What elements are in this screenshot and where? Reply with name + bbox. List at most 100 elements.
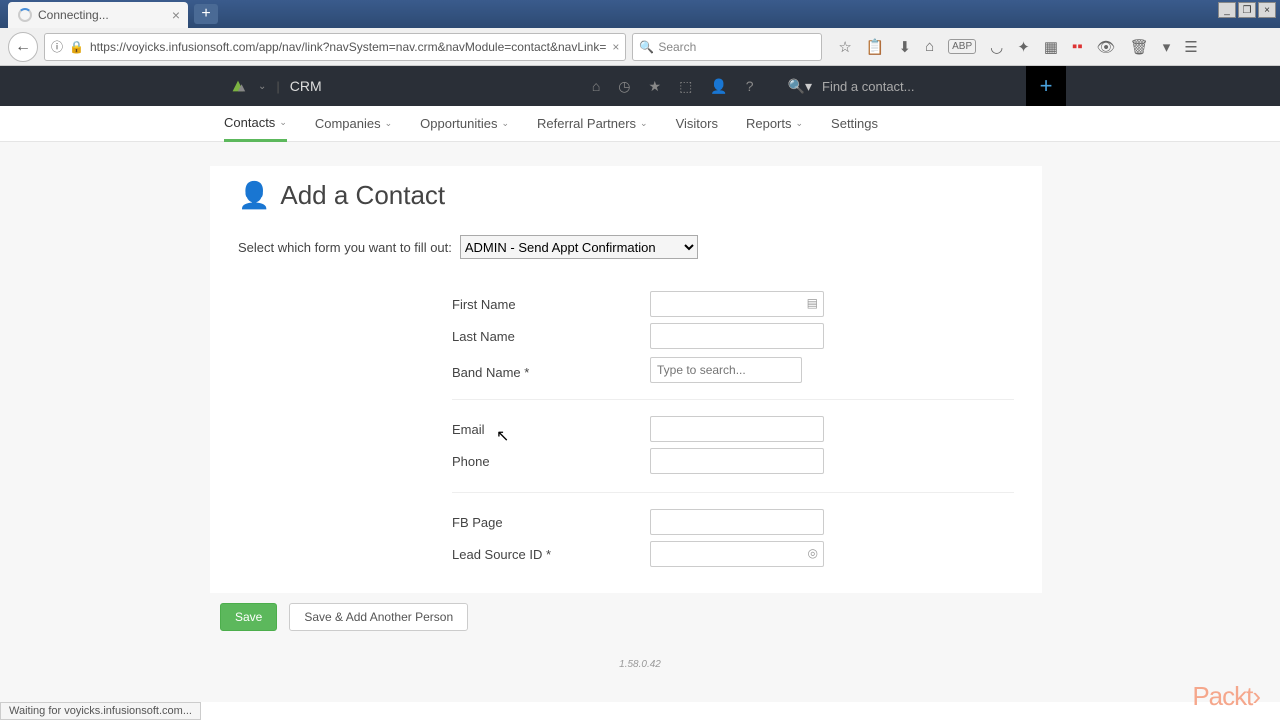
trash-icon[interactable]: 🗑 xyxy=(1130,38,1149,56)
email-input[interactable] xyxy=(650,416,824,442)
button-bar: Save Save & Add Another Person xyxy=(210,593,1042,641)
help-icon[interactable]: ? xyxy=(746,78,754,94)
pocket-icon[interactable]: ◡ xyxy=(990,38,1003,56)
subnav-companies[interactable]: Companies⌄ xyxy=(315,106,392,142)
status-bar: Waiting for voyicks.infusionsoft.com... xyxy=(0,702,201,720)
divider xyxy=(452,492,1014,493)
field-icon: ▤ xyxy=(807,296,818,310)
back-button[interactable]: ← xyxy=(8,32,38,62)
fb-page-input[interactable] xyxy=(650,509,824,535)
browser-titlebar: Connecting... × + _ ❐ × xyxy=(0,0,1280,28)
first-name-row: First Name ▤ xyxy=(452,289,1014,319)
chevron-down-icon: ⌄ xyxy=(796,118,804,129)
last-name-input[interactable] xyxy=(650,323,824,349)
bookmark-icon[interactable]: ☆ xyxy=(838,38,851,56)
version-text: 1.58.0.42 xyxy=(0,659,1280,670)
apps-icon[interactable]: ⬚ xyxy=(679,78,692,95)
person-icon: 👤 xyxy=(238,180,270,211)
band-name-row: Band Name * xyxy=(452,353,1014,383)
band-name-input[interactable] xyxy=(650,357,802,383)
download-icon[interactable]: ⬇ xyxy=(899,38,912,56)
last-name-label: Last Name xyxy=(452,329,650,344)
browser-toolbar: ← ⓘ 🔒 https://voyicks.infusionsoft.com/a… xyxy=(0,28,1280,66)
last-name-row: Last Name xyxy=(452,321,1014,351)
loading-spinner-icon xyxy=(18,8,32,22)
form-select-dropdown[interactable]: ADMIN - Send Appt Confirmation xyxy=(460,235,698,259)
chevron-down-icon: ⌄ xyxy=(279,117,287,128)
first-name-input[interactable] xyxy=(650,291,824,317)
chevron-down-icon[interactable]: ▾ xyxy=(1163,38,1171,56)
email-row: Email xyxy=(452,414,1014,444)
phone-row: Phone xyxy=(452,446,1014,476)
clock-icon[interactable]: ◷ xyxy=(618,78,630,95)
tab-close-icon[interactable]: × xyxy=(172,7,180,23)
lead-source-input[interactable] xyxy=(650,541,824,567)
browser-search-bar[interactable]: 🔍 Search xyxy=(632,33,822,61)
lead-source-row: Lead Source ID * ◎ xyxy=(452,539,1014,569)
clipboard-icon[interactable]: 📋 xyxy=(866,38,885,56)
clear-url-icon[interactable]: × xyxy=(612,40,619,54)
close-window-button[interactable]: × xyxy=(1258,2,1276,18)
divider xyxy=(452,399,1014,400)
save-button[interactable]: Save xyxy=(220,603,277,631)
url-text: https://voyicks.infusionsoft.com/app/nav… xyxy=(90,40,606,54)
app-name[interactable]: CRM xyxy=(290,78,322,94)
menu-icon[interactable]: ☰ xyxy=(1184,38,1197,56)
home-icon[interactable]: ⌂ xyxy=(925,38,934,55)
header-search: 🔍▾ xyxy=(774,66,1016,106)
phone-label: Phone xyxy=(452,454,650,469)
subnav-opportunities[interactable]: Opportunities⌄ xyxy=(420,106,509,142)
chevron-down-icon: ⌄ xyxy=(502,118,510,129)
app-header: ⌄ | CRM ⌂ ◷ ★ ⬚ 👤 ? 🔍▾ + xyxy=(0,66,1280,106)
home-nav-icon[interactable]: ⌂ xyxy=(592,78,600,94)
window-controls: _ ❐ × xyxy=(1218,2,1276,18)
url-bar[interactable]: ⓘ 🔒 https://voyicks.infusionsoft.com/app… xyxy=(44,33,626,61)
save-add-another-button[interactable]: Save & Add Another Person xyxy=(289,603,468,631)
form-panel: 👤 Add a Contact Select which form you wa… xyxy=(210,166,1042,641)
sparkle-icon[interactable]: ✦ xyxy=(1017,38,1030,56)
page-title: Add a Contact xyxy=(280,180,445,211)
chevron-down-icon: ⌄ xyxy=(640,118,648,129)
app-logo[interactable] xyxy=(220,68,256,104)
form-select-row: Select which form you want to fill out: … xyxy=(238,235,1014,259)
abp-icon[interactable]: ABP xyxy=(948,39,976,54)
subnav-visitors[interactable]: Visitors xyxy=(676,106,718,142)
watermark: Packt› xyxy=(1192,681,1260,712)
minimize-button[interactable]: _ xyxy=(1218,2,1236,18)
subnav-contacts[interactable]: Contacts⌄ xyxy=(224,106,287,142)
add-button[interactable]: + xyxy=(1026,66,1066,106)
restore-button[interactable]: ❐ xyxy=(1238,2,1256,18)
phone-input[interactable] xyxy=(650,448,824,474)
contact-search-input[interactable] xyxy=(822,79,1002,94)
fb-page-label: FB Page xyxy=(452,515,650,530)
color-icon[interactable]: ▪▪ xyxy=(1072,38,1083,55)
subnav-referral-partners[interactable]: Referral Partners⌄ xyxy=(537,106,648,142)
subnav-reports[interactable]: Reports⌄ xyxy=(746,106,803,142)
lead-source-label: Lead Source ID * xyxy=(452,547,650,562)
grid-icon[interactable]: ▦ xyxy=(1044,38,1058,56)
form-fields: First Name ▤ Last Name Band Name * Email… xyxy=(452,289,1014,569)
subnav: Contacts⌄ Companies⌄ Opportunities⌄ Refe… xyxy=(0,106,1280,142)
target-icon: ◎ xyxy=(808,546,818,560)
lock-icon: 🔒 xyxy=(69,40,84,54)
browser-tab[interactable]: Connecting... × xyxy=(8,2,188,28)
toolbar-icons: ☆ 📋 ⬇ ⌂ ABP ◡ ✦ ▦ ▪▪ 👁 🗑 ▾ ☰ xyxy=(838,38,1197,56)
divider: | xyxy=(276,79,279,94)
search-icon[interactable]: 🔍▾ xyxy=(788,78,812,95)
form-select-label: Select which form you want to fill out: xyxy=(238,240,452,255)
band-name-label: Band Name * xyxy=(452,357,650,380)
info-icon[interactable]: ⓘ xyxy=(51,38,63,55)
user-icon[interactable]: 👤 xyxy=(710,78,727,95)
first-name-label: First Name xyxy=(452,297,650,312)
new-tab-button[interactable]: + xyxy=(194,4,218,24)
star-icon[interactable]: ★ xyxy=(649,78,662,95)
subnav-settings[interactable]: Settings xyxy=(831,106,878,142)
fb-page-row: FB Page xyxy=(452,507,1014,537)
app-chevron-icon[interactable]: ⌄ xyxy=(258,81,266,92)
page-title-row: 👤 Add a Contact xyxy=(238,180,1014,211)
eye-icon[interactable]: 👁 xyxy=(1097,38,1116,56)
search-placeholder: Search xyxy=(658,40,696,54)
tab-title: Connecting... xyxy=(38,8,109,22)
chevron-down-icon: ⌄ xyxy=(385,118,393,129)
search-icon: 🔍 xyxy=(639,40,654,54)
